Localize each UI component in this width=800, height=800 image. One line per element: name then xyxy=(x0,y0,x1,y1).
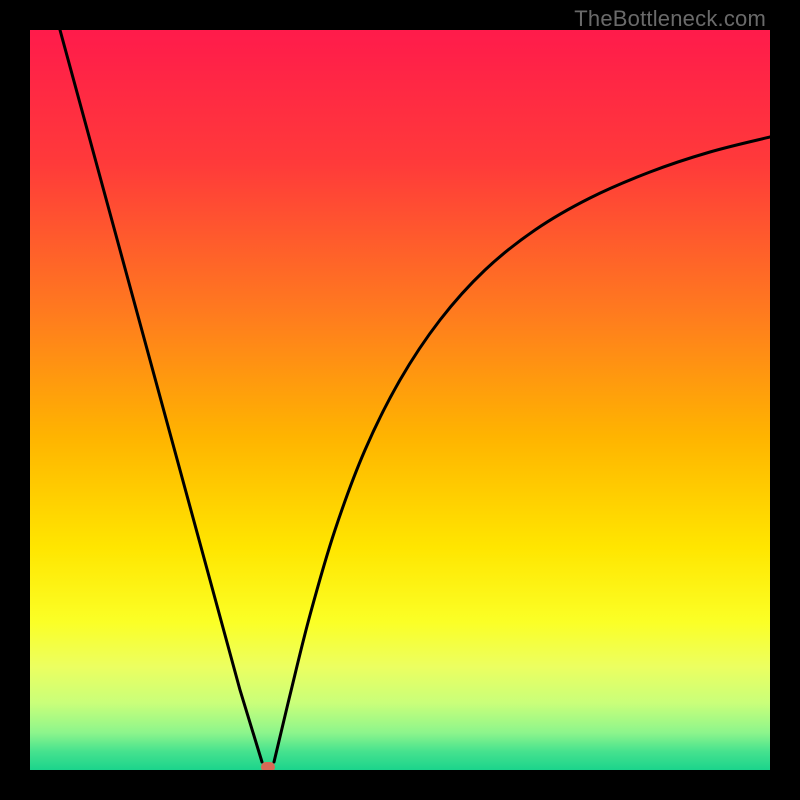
bottleneck-curve xyxy=(30,30,770,770)
curve-left-branch xyxy=(60,30,262,762)
optimal-point-marker xyxy=(261,762,275,770)
curve-right-branch xyxy=(274,137,770,762)
plot-area xyxy=(30,30,770,770)
chart-frame: TheBottleneck.com xyxy=(0,0,800,800)
watermark-text: TheBottleneck.com xyxy=(574,6,766,32)
